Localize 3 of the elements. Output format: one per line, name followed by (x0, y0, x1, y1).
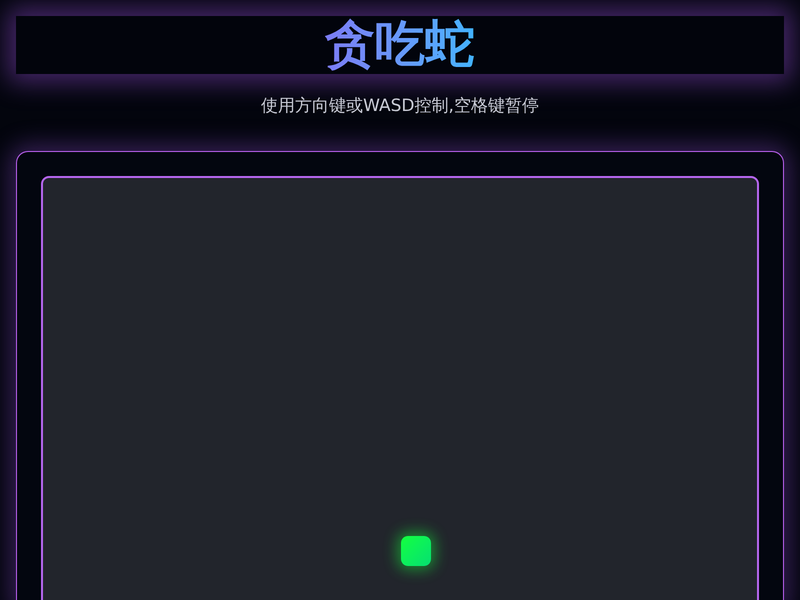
instructions-text: 使用方向键或WASD控制,空格键暂停 (261, 94, 539, 118)
game-title: 贪吃蛇 (325, 16, 475, 74)
snake-head (401, 536, 431, 566)
